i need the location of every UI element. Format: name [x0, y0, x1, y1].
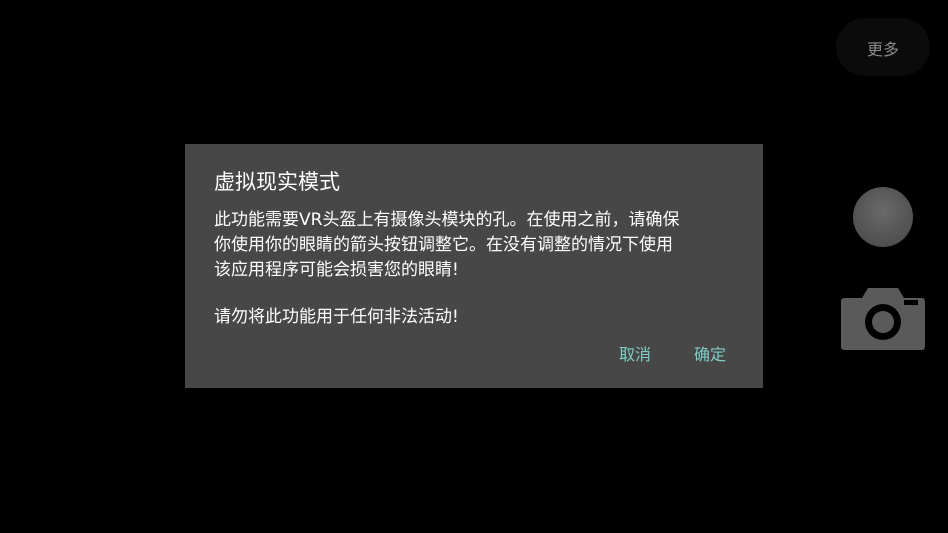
dialog-legal-notice: 请勿将此功能用于任何非法活动!: [214, 307, 459, 327]
camera-icon-lens: [872, 311, 894, 333]
camera-icon-flash: [904, 300, 918, 305]
vr-mode-dialog: 虚拟现实模式 此功能需要VR头盔上有摄像头模块的孔。在使用之前，请确保 你使用你…: [185, 144, 763, 388]
dialog-title: 虚拟现实模式: [214, 170, 340, 194]
dialog-warning-text: 此功能需要VR头盔上有摄像头模块的孔。在使用之前，请确保 你使用你的眼睛的箭头按…: [214, 210, 680, 280]
dialog-message: 此功能需要VR头盔上有摄像头模块的孔。在使用之前，请确保 你使用你的眼睛的箭头按…: [214, 208, 736, 330]
cancel-button[interactable]: 取消: [619, 343, 651, 367]
confirm-button[interactable]: 确定: [694, 343, 726, 367]
camera-screen: 更多 虚拟现实模式 此功能需要VR头盔上有摄像头模块的孔。在使用之前，请确保 你…: [0, 0, 948, 533]
more-button[interactable]: 更多: [836, 18, 930, 76]
more-button-label: 更多: [866, 40, 899, 59]
shutter-button[interactable]: [853, 187, 913, 247]
camera-icon[interactable]: [840, 284, 926, 350]
